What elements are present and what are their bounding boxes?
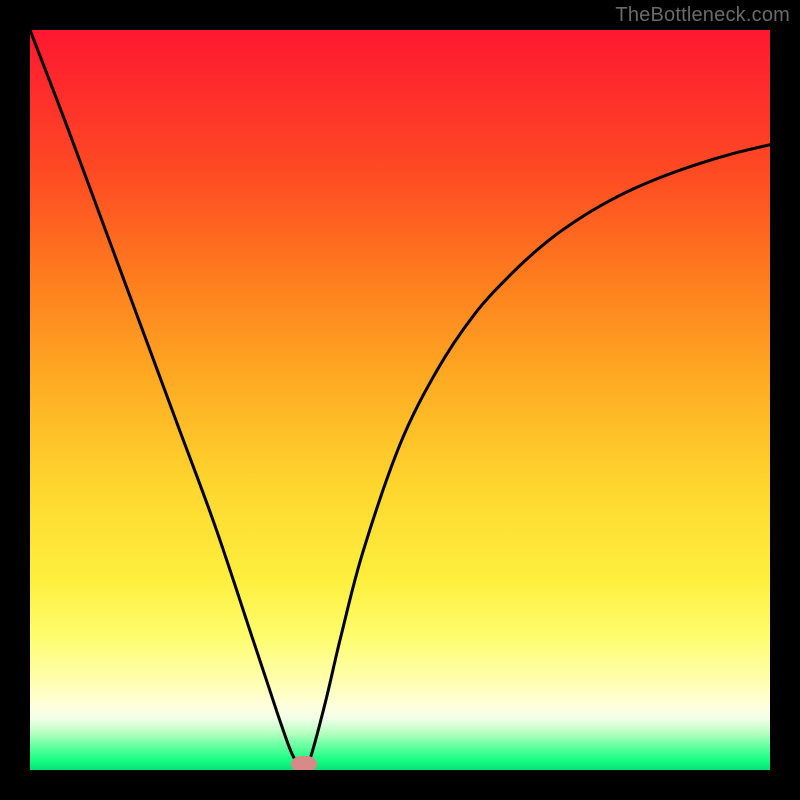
watermark-text: TheBottleneck.com — [615, 4, 790, 27]
chart-stage: TheBottleneck.com — [0, 0, 800, 800]
plot-area — [30, 30, 770, 770]
bottleneck-minimum-marker — [291, 756, 317, 770]
bottleneck-curve — [30, 30, 770, 770]
